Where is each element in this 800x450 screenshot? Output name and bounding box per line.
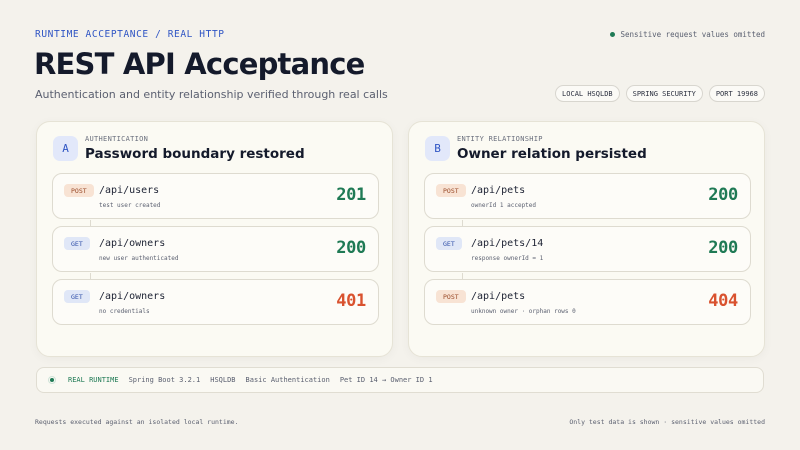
panel-label: AUTHENTICATION [85,135,149,143]
runtime-summary-bar: REAL RUNTIME Spring Boot 3.2.1 HSQLDB Ba… [36,367,764,393]
request-path: /api/pets [471,185,526,196]
runtime-item: HSQLDB [210,376,236,384]
method-badge: POST [436,184,466,197]
status-code: 200 [708,238,738,258]
request-note: ownerId 1 accepted [471,202,537,209]
request-row: GET /api/owners no credentials 401 [52,279,379,325]
runtime-status-icon [48,376,56,384]
panel-authentication: A AUTHENTICATION Password boundary resto… [36,121,393,357]
chip-spring-security: SPRING SECURITY [625,85,703,102]
environment-chips: LOCAL HSQLDB SPRING SECURITY PORT 19968 [555,85,765,102]
method-badge: POST [64,184,94,197]
request-note: unknown owner · orphan rows 0 [471,308,576,315]
page-title: REST API Acceptance [34,47,365,81]
request-list: POST /api/users test user created 201 GE… [52,173,379,332]
request-row: POST /api/pets ownerId 1 accepted 200 [424,173,751,228]
panel-title: Password boundary restored [85,146,305,162]
eyebrow-label: RUNTIME ACCEPTANCE / REAL HTTP [35,29,225,40]
runtime-item: Spring Boot 3.2.1 [128,376,201,384]
panel-badge: A [53,136,78,161]
sensitive-note-text: Sensitive request values omitted [620,30,766,39]
request-row: GET /api/pets/14 response ownerId = 1 20… [424,226,751,281]
chip-hsqldb: LOCAL HSQLDB [555,85,620,102]
request-row: POST /api/pets unknown owner · orphan ro… [424,279,751,325]
request-path: /api/owners [99,238,166,249]
request-list: POST /api/pets ownerId 1 accepted 200 GE… [424,173,751,332]
panel-title: Owner relation persisted [457,146,647,162]
page-subtitle: Authentication and entity relationship v… [35,88,388,101]
request-note: test user created [99,202,161,209]
request-path: /api/owners [99,291,166,302]
sensitive-note: Sensitive request values omitted [609,30,766,39]
request-note: response ownerId = 1 [471,255,544,262]
request-note: new user authenticated [99,255,179,262]
request-row: GET /api/owners new user authenticated 2… [52,226,379,281]
panel-badge: B [425,136,450,161]
request-row: POST /api/users test user created 201 [52,173,379,228]
status-dot-icon [609,32,615,37]
panel-entity-relationship: B ENTITY RELATIONSHIP Owner relation per… [408,121,765,357]
method-badge: GET [64,290,90,303]
status-code: 200 [708,185,738,205]
status-code: 404 [708,291,738,311]
chip-port: PORT 19968 [708,85,765,102]
method-badge: POST [436,290,466,303]
request-path: /api/pets/14 [471,238,544,249]
request-path: /api/pets [471,291,526,302]
runtime-item: Basic Authentication [245,376,330,384]
status-code: 401 [336,291,366,311]
method-badge: GET [436,237,462,250]
runtime-label: REAL RUNTIME [68,376,119,384]
footer-left-note: Requests executed against an isolated lo… [35,418,239,426]
request-path: /api/users [99,185,160,196]
status-code: 200 [336,238,366,258]
runtime-item: Pet ID 14 → Owner ID 1 [339,376,433,384]
request-note: no credentials [99,308,150,315]
status-code: 201 [336,185,366,205]
panel-label: ENTITY RELATIONSHIP [457,135,543,143]
footer-right-note: Only test data is shown · sensitive valu… [569,418,765,426]
method-badge: GET [64,237,90,250]
